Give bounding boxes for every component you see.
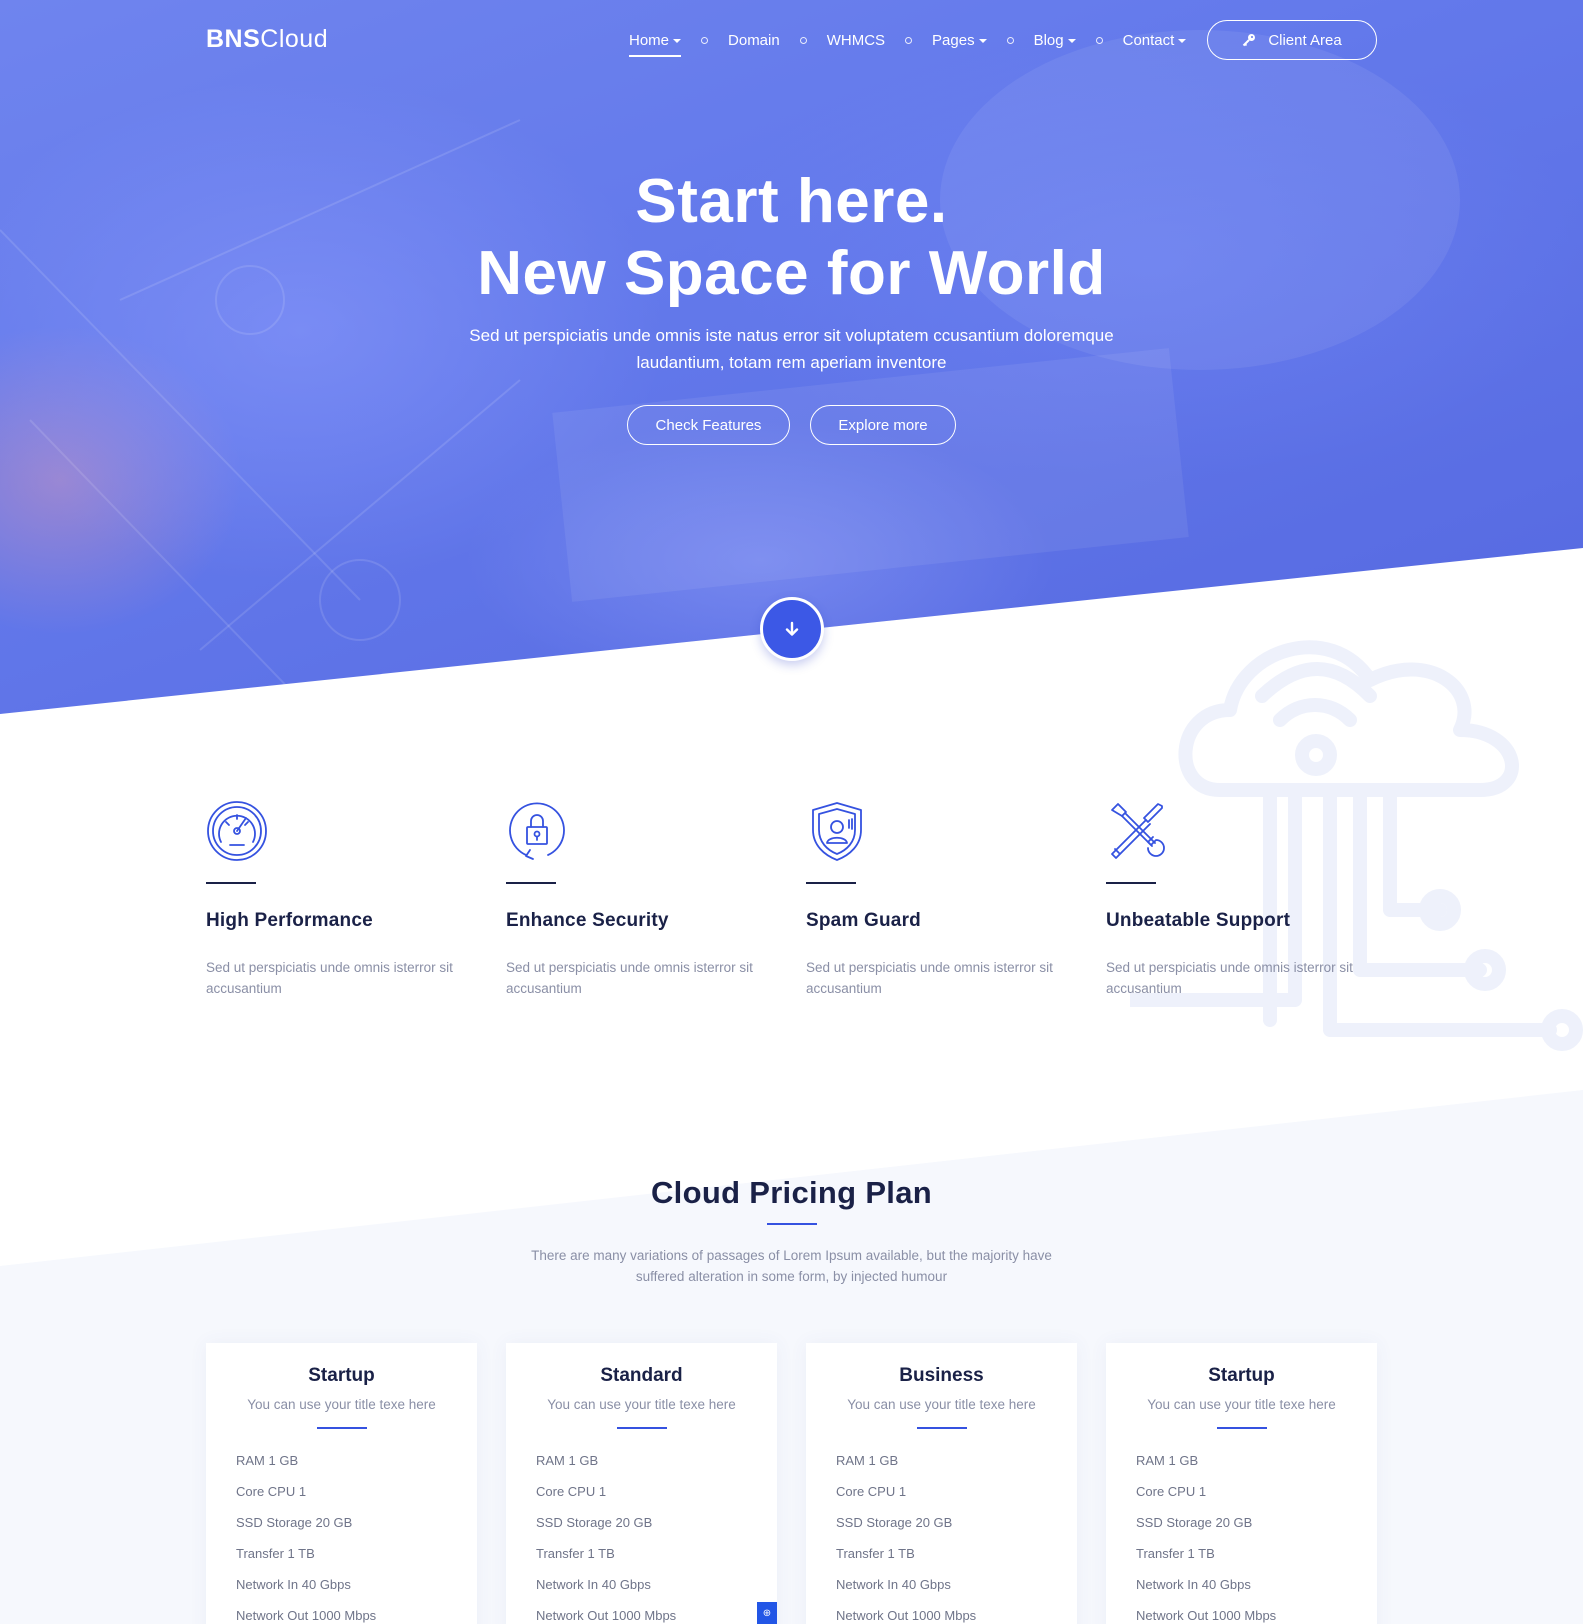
- caret-down-icon: [673, 39, 682, 43]
- feature-divider: [1106, 882, 1156, 884]
- explore-more-button[interactable]: Explore more: [810, 405, 956, 445]
- speedometer-icon: [207, 801, 267, 861]
- feature-card: Unbeatable Support Sed ut perspiciatis u…: [1106, 800, 1406, 999]
- plan-feature: Network In 40 Gbps: [1136, 1577, 1251, 1592]
- plan-name: Standard: [600, 1365, 683, 1386]
- nav-separator: [701, 36, 709, 44]
- feature-description: Sed ut perspiciatis unde omnis isterror …: [806, 960, 1053, 996]
- plan-feature: SSD Storage 20 GB: [236, 1515, 353, 1530]
- feature-title: Enhance Security: [506, 910, 669, 931]
- features-row: High Performance Sed ut perspiciatis und…: [206, 800, 1406, 999]
- client-area-button[interactable]: Client Area: [1207, 20, 1377, 60]
- plan-feature: Core CPU 1: [1136, 1484, 1207, 1499]
- hero-title: Start here. New Space for World: [477, 167, 1106, 308]
- pricing-cards: Startup You can use your title texe here…: [206, 1343, 1377, 1624]
- pricing-card-startup: Startup You can use your title texe here…: [206, 1343, 477, 1624]
- plan-feature-list: RAM 1 GB Core CPU 1 SSD Storage 20 GB Tr…: [506, 1445, 777, 1624]
- pricing-card-business: Business You can use your title texe her…: [806, 1343, 1077, 1624]
- plan-feature: Network In 40 Gbps: [536, 1577, 651, 1592]
- plan-feature: Network Out 1000 Mbps: [1136, 1608, 1277, 1623]
- plan-tagline: You can use your title texe here: [247, 1397, 436, 1412]
- feature-divider: [506, 882, 556, 884]
- hero-subtitle: Sed ut perspiciatis unde omnis iste natu…: [469, 326, 1114, 372]
- plan-feature: RAM 1 GB: [536, 1453, 599, 1468]
- plan-feature: Network Out 1000 Mbps: [236, 1608, 377, 1623]
- plan-divider: [616, 1427, 667, 1429]
- feature-title: High Performance: [206, 910, 373, 931]
- plan-feature: Network In 40 Gbps: [236, 1577, 351, 1592]
- widget-badge-icon[interactable]: ⊕: [757, 1602, 777, 1624]
- plan-feature: Transfer 1 TB: [1136, 1546, 1215, 1561]
- plan-feature: Core CPU 1: [236, 1484, 307, 1499]
- plan-name: Startup: [308, 1365, 375, 1386]
- feature-title: Unbeatable Support: [1106, 910, 1291, 931]
- nav-item-blog[interactable]: Blog: [1034, 32, 1076, 49]
- main-nav: Home Domain WHMCS Pages Blog Contact: [629, 28, 1187, 57]
- feature-description: Sed ut perspiciatis unde omnis isterror …: [506, 960, 753, 996]
- nav-separator: [905, 36, 913, 44]
- nav-separator: [799, 36, 807, 44]
- plan-feature: Transfer 1 TB: [236, 1546, 315, 1561]
- tools-icon: [1111, 803, 1165, 859]
- caret-down-icon: [1067, 39, 1076, 43]
- nav-item-pages[interactable]: Pages: [932, 32, 987, 49]
- feature-card: High Performance Sed ut perspiciatis und…: [206, 800, 506, 999]
- feature-description: Sed ut perspiciatis unde omnis isterror …: [206, 960, 453, 996]
- key-icon: [1243, 34, 1256, 47]
- plan-tagline: You can use your title texe here: [1147, 1397, 1336, 1412]
- plan-divider: [1216, 1427, 1267, 1429]
- plan-feature: Network Out 1000 Mbps: [536, 1608, 677, 1623]
- plan-feature: RAM 1 GB: [236, 1453, 299, 1468]
- plan-feature: Core CPU 1: [836, 1484, 907, 1499]
- nav-item-whmcs[interactable]: WHMCS: [827, 32, 885, 49]
- plan-tagline: You can use your title texe here: [547, 1397, 736, 1412]
- plan-name: Startup: [1208, 1365, 1275, 1386]
- shield-user-icon: [812, 802, 862, 861]
- plan-divider: [316, 1427, 367, 1429]
- hero-buttons: Check Features Explore more: [0, 405, 1583, 445]
- plan-feature: Network In 40 Gbps: [836, 1577, 951, 1592]
- check-features-button[interactable]: Check Features: [627, 405, 790, 445]
- plan-feature-list: RAM 1 GB Core CPU 1 SSD Storage 20 GB Tr…: [206, 1445, 477, 1624]
- pricing-card-standard: Standard You can use your title texe her…: [506, 1343, 777, 1624]
- pricing-subtitle: There are many variations of passages of…: [531, 1248, 1052, 1284]
- nav-item-contact[interactable]: Contact: [1123, 32, 1187, 49]
- caret-down-icon: [1178, 39, 1187, 43]
- plan-name: Business: [899, 1365, 984, 1386]
- nav-item-home[interactable]: Home: [629, 32, 682, 57]
- plan-feature-list: RAM 1 GB Core CPU 1 SSD Storage 20 GB Tr…: [1106, 1445, 1377, 1624]
- caret-down-icon: [978, 39, 987, 43]
- plan-feature: RAM 1 GB: [836, 1453, 899, 1468]
- plan-feature: Transfer 1 TB: [836, 1546, 915, 1561]
- plan-feature: SSD Storage 20 GB: [836, 1515, 953, 1530]
- pricing-title-divider: [767, 1223, 817, 1225]
- plan-feature: RAM 1 GB: [1136, 1453, 1199, 1468]
- nav-item-domain[interactable]: Domain: [728, 32, 780, 49]
- pricing-card-startup-2: Startup You can use your title texe here…: [1106, 1343, 1377, 1624]
- feature-card: Spam Guard Sed ut perspiciatis unde omni…: [806, 800, 1106, 999]
- arrow-down-icon: [785, 621, 799, 636]
- plan-tagline: You can use your title texe here: [847, 1397, 1036, 1412]
- feature-divider: [806, 882, 856, 884]
- feature-description: Sed ut perspiciatis unde omnis isterror …: [1106, 960, 1353, 996]
- plan-feature: SSD Storage 20 GB: [536, 1515, 653, 1530]
- plan-feature-list: RAM 1 GB Core CPU 1 SSD Storage 20 GB Tr…: [806, 1445, 1077, 1624]
- brand-logo[interactable]: BNSCloud: [206, 25, 328, 54]
- plan-feature: Core CPU 1: [536, 1484, 607, 1499]
- plan-feature: Transfer 1 TB: [536, 1546, 615, 1561]
- plan-feature: Network Out 1000 Mbps: [836, 1608, 977, 1623]
- plan-divider: [916, 1427, 967, 1429]
- feature-title: Spam Guard: [806, 910, 921, 931]
- lock-icon: [509, 802, 565, 860]
- nav-separator: [1006, 36, 1014, 44]
- feature-card: Enhance Security Sed ut perspiciatis und…: [506, 800, 806, 999]
- pricing-title: Cloud Pricing Plan: [651, 1175, 932, 1210]
- scroll-down-button[interactable]: [760, 597, 824, 661]
- nav-separator: [1095, 36, 1103, 44]
- feature-divider: [206, 882, 256, 884]
- plan-feature: SSD Storage 20 GB: [1136, 1515, 1253, 1530]
